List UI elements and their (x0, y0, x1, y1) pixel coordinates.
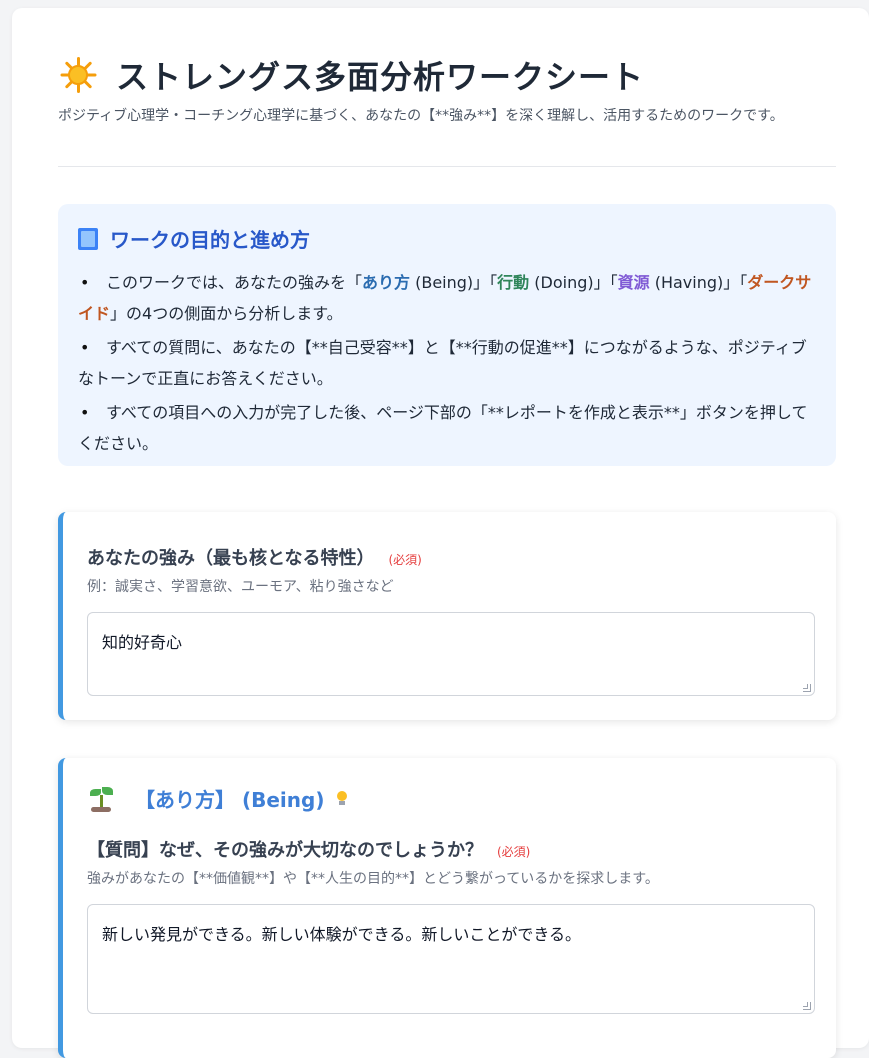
title-row: ストレングス多面分析ワークシート (58, 52, 644, 98)
being-value: 新しい発見ができる。新しい体験ができる。新しいことができる。 (102, 925, 582, 944)
instruction-text: (Having)」「 (649, 273, 748, 292)
instruction-text: 」の4つの側面から分析します。 (110, 304, 343, 323)
highlight-doing: 行動 (497, 273, 530, 292)
strength-label: あなたの強み（最も核となる特性） (必須) (87, 544, 422, 570)
instruction-text: (Being)」「 (410, 273, 498, 292)
resize-handle-icon[interactable] (803, 1002, 811, 1010)
instructions-title-text: ワークの目的と進め方 (110, 228, 310, 252)
sun-icon (58, 55, 98, 95)
highlight-being: あり方 (362, 273, 411, 292)
book-icon (78, 227, 98, 250)
instructions-title: ワークの目的と進め方 (78, 224, 816, 253)
header-divider (58, 166, 836, 167)
worksheet-page: ストレングス多面分析ワークシート ポジティブ心理学・コーチング心理学に基づく、あ… (12, 8, 869, 1058)
being-hint: 強みがあなたの【**価値観**】や【**人生の目的**】とどう繋がっているかを探… (87, 871, 659, 887)
being-section-title-text: 【あり方】 (Being) (135, 788, 325, 812)
strength-label-text: あなたの強み（最も核となる特性） (87, 548, 375, 569)
page-title: ストレングス多面分析ワークシート (116, 58, 645, 96)
strength-card: あなたの強み（最も核となる特性） (必須) 例：誠実さ、学習意欲、ユーモア、粘り強… (58, 512, 836, 720)
required-badge: (必須) (497, 845, 531, 859)
lightbulb-icon (336, 790, 348, 807)
instruction-item-3: すべての項目への入力が完了した後、ページ下部の「**レポートを作成と表示**」ボ… (52, 397, 816, 459)
sprout-icon (87, 785, 115, 813)
being-textarea[interactable]: 新しい発見ができる。新しい体験ができる。新しいことができる。 (87, 904, 815, 1014)
highlight-having: 資源 (617, 273, 650, 292)
instruction-text: (Doing)」「 (529, 273, 618, 292)
being-question-text: 【質問】なぜ、その強みが大切なのでしょうか？ (87, 840, 483, 861)
being-card: 【あり方】 (Being) 【質問】なぜ、その強みが大切なのでしょうか？ (必須)… (58, 758, 836, 1058)
resize-handle-icon[interactable] (803, 684, 811, 692)
instruction-item-2: すべての質問に、あなたの【**自己受容**】と【**行動の促進**】につながるよ… (52, 332, 816, 394)
instructions-box: ワークの目的と進め方 このワークでは、あなたの強みを「あり方 (Being)」「… (52, 204, 836, 466)
being-section-title: 【あり方】 (Being) (87, 784, 348, 813)
instructions-list: このワークでは、あなたの強みを「あり方 (Being)」「行動 (Doing)」… (52, 267, 816, 459)
strength-textarea[interactable]: 知的好奇心 (87, 612, 815, 696)
required-badge: (必須) (388, 553, 422, 567)
instruction-item-1: このワークでは、あなたの強みを「あり方 (Being)」「行動 (Doing)」… (52, 267, 816, 329)
being-question: 【質問】なぜ、その強みが大切なのでしょうか？ (必須) (87, 836, 530, 862)
page-subtitle: ポジティブ心理学・コーチング心理学に基づく、あなたの【**強み**】を深く理解し… (58, 108, 784, 124)
strength-hint: 例：誠実さ、学習意欲、ユーモア、粘り強さなど (87, 579, 394, 595)
strength-value: 知的好奇心 (102, 633, 183, 652)
instruction-text: このワークでは、あなたの強みを「 (106, 273, 363, 292)
